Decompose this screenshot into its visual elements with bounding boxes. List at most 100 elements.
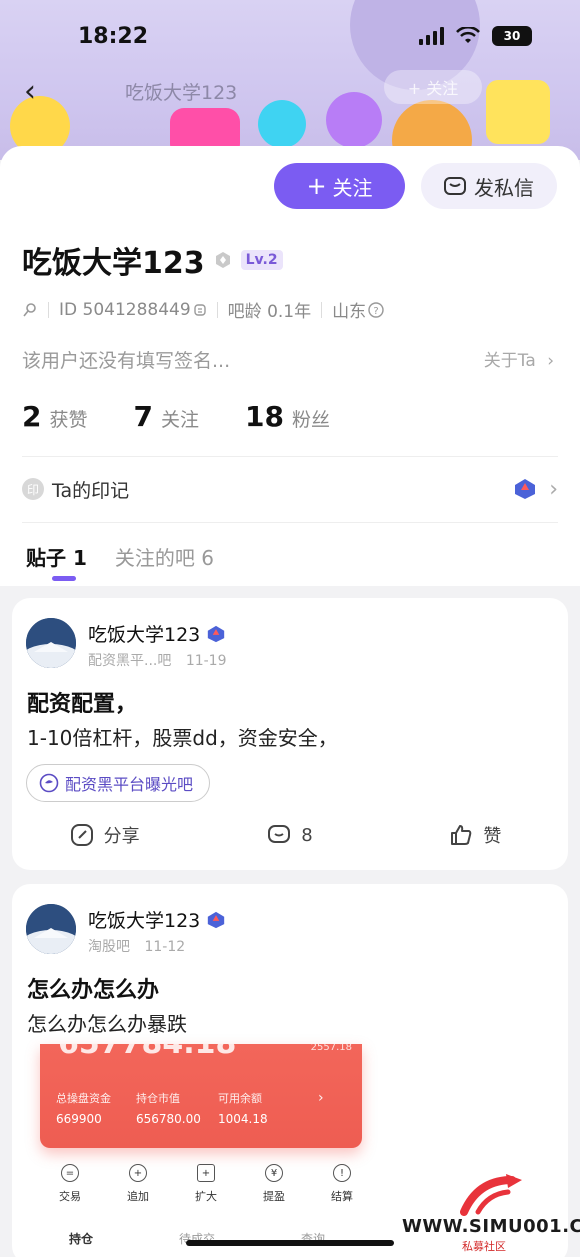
trade-action: = 交易 — [59, 1164, 81, 1204]
plus-icon: + — [306, 172, 327, 200]
post-avatar[interactable] — [26, 618, 76, 668]
post-date: 11-19 — [185, 653, 227, 669]
mail-icon — [444, 177, 466, 195]
top-nav: ‹ 吃饭大学123 + 关注 — [0, 70, 580, 110]
action-label: 追加 — [127, 1190, 149, 1203]
help-icon[interactable]: ? — [368, 301, 384, 318]
action-label: 扩大 — [195, 1190, 217, 1203]
author-name: 吃饭大学123 — [88, 624, 201, 646]
post-title: 配资配置， — [27, 692, 138, 717]
battery-icon: 30 — [492, 26, 532, 46]
send-message-label: 发私信 — [474, 175, 534, 200]
post-date: 11-12 — [144, 939, 186, 955]
like-label: 赞 — [483, 826, 502, 847]
chevron-right-icon: › — [549, 476, 558, 502]
copy-icon[interactable] — [193, 303, 207, 317]
profit-value: 2557.18 — [310, 1044, 352, 1053]
seal-row[interactable]: 印 Ta的印记 › — [22, 474, 558, 504]
seal-icon: 印 — [22, 478, 44, 500]
post-meta: 淘股吧 11-12 — [88, 936, 185, 956]
watermark-text: WWW.SIMU001.CN — [402, 1216, 580, 1237]
divider — [216, 301, 218, 318]
post-author[interactable]: 吃饭大学123 — [88, 620, 226, 647]
divider — [22, 522, 558, 523]
expand-action: + 扩大 — [195, 1164, 217, 1204]
stat-label: 粉丝 — [291, 409, 330, 431]
post-avatar[interactable] — [26, 904, 76, 954]
clock-icon: ! — [333, 1164, 351, 1182]
comment-icon — [268, 825, 291, 843]
column-label: 可用余额 — [218, 1092, 262, 1105]
stat-fans[interactable]: 18 粉丝 — [245, 400, 330, 433]
follow-button[interactable]: + 关注 — [274, 163, 405, 209]
tab-posts[interactable]: 贴子 1 — [26, 542, 87, 581]
stat-likes[interactable]: 2 获赞 — [22, 400, 88, 433]
comment-count: 8 — [301, 824, 313, 846]
divider — [22, 456, 558, 457]
column-label: 总操盘资金 — [56, 1092, 111, 1105]
forum-pill-label: 配资黑平台曝光吧 — [65, 775, 194, 794]
wifi-icon — [456, 27, 480, 43]
column-value: 669900 — [56, 1112, 102, 1126]
medal-icon — [208, 625, 225, 642]
divider — [321, 301, 323, 318]
watermark-subtitle: 私募社区 — [462, 1240, 506, 1253]
seal-right: › — [513, 477, 558, 502]
avatar-image — [26, 904, 76, 954]
logo-icon — [460, 1174, 522, 1216]
stat-following[interactable]: 7 关注 — [134, 400, 200, 433]
profile-meta: ID 5041288449 吧龄 0.1年 山东 ? — [22, 297, 384, 322]
status-time: 18:22 — [78, 24, 149, 49]
column-label: 持仓市值 — [136, 1092, 180, 1105]
stat-value: 18 — [245, 400, 284, 433]
stats-row: 2 获赞 7 关注 18 粉丝 — [22, 400, 330, 433]
send-message-button[interactable]: 发私信 — [421, 163, 557, 209]
like-button[interactable]: 赞 — [383, 818, 568, 852]
total-assets: 657784.18 — [58, 1044, 236, 1061]
comment-button[interactable]: 8 — [197, 818, 382, 852]
thumbs-up-icon — [451, 825, 472, 845]
share-button[interactable]: 分享 — [12, 818, 197, 852]
medal-icon — [208, 911, 225, 928]
rank-badge-icon — [215, 252, 230, 268]
stat-label: 关注 — [160, 409, 199, 431]
account-summary: 657784.18 2557.18 总操盘资金 持仓市值 可用余额 › 6699… — [40, 1044, 362, 1148]
divider — [48, 301, 49, 318]
home-indicator[interactable] — [186, 1240, 394, 1246]
username-row: 吃饭大学123 Lv.2 — [22, 238, 283, 282]
username: 吃饭大学123 — [22, 246, 205, 281]
search-icon[interactable] — [22, 302, 38, 318]
forum-icon — [39, 773, 59, 793]
back-icon[interactable]: ‹ — [24, 74, 36, 109]
post-author[interactable]: 吃饭大学123 — [88, 906, 226, 933]
avatar-image — [26, 618, 76, 668]
expand-icon: + — [197, 1164, 215, 1182]
profile-card: + 关注 发私信 吃饭大学123 Lv.2 ID 5041288449 吧龄 0… — [0, 146, 580, 586]
nav-follow-button[interactable]: + 关注 — [384, 70, 482, 104]
watermark: WWW.SIMU001.CN 私募社区 — [402, 1170, 580, 1257]
settle-action: ! 结算 — [331, 1164, 353, 1204]
action-label: 交易 — [59, 1190, 81, 1203]
profile-tabs: 贴子 1 关注的吧 6 — [26, 542, 214, 581]
about-link[interactable]: 关于Ta › — [484, 346, 554, 371]
post-card[interactable]: 吃饭大学123 配资黑平...吧 11-19 配资配置， 1-10倍杠杆，股票d… — [12, 598, 568, 870]
follow-button-label: 关注 — [332, 175, 373, 200]
forum-pill[interactable]: 配资黑平台曝光吧 — [26, 764, 211, 802]
column-value: 656780.00 — [136, 1112, 201, 1126]
account-actions: = 交易 + 追加 + 扩大 ¥ 提盈 ! 结算 — [36, 1164, 376, 1204]
author-name: 吃饭大学123 — [88, 910, 201, 932]
status-bar: 18:22 30 — [0, 0, 580, 70]
stat-value: 2 — [22, 400, 42, 433]
action-label: 提盈 — [263, 1190, 285, 1203]
level-badge: Lv.2 — [240, 250, 283, 270]
chevron-right-icon: › — [547, 351, 554, 371]
status-icons: 30 — [419, 26, 532, 46]
post-image[interactable]: 657784.18 2557.18 总操盘资金 持仓市值 可用余额 › 6699… — [26, 1044, 368, 1254]
tab-followed-bars[interactable]: 关注的吧 6 — [115, 542, 214, 571]
stat-label: 获赞 — [49, 409, 88, 431]
action-label: 结算 — [331, 1190, 353, 1203]
chevron-right-icon: › — [318, 1090, 324, 1106]
share-icon — [70, 824, 93, 846]
svg-text:?: ? — [373, 306, 378, 317]
bar-age: 吧龄 0.1年 — [227, 302, 312, 322]
